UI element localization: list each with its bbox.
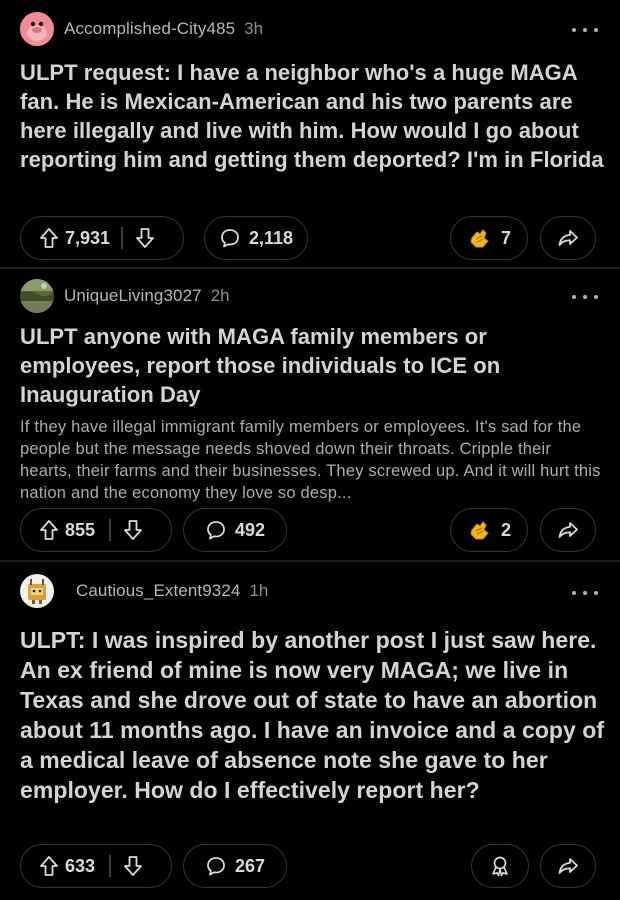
share-button[interactable] [540,844,596,888]
vote-bar: 7,931 [20,216,184,260]
comment-icon [219,227,241,249]
post-meta: UniqueLiving3027 2h [20,279,230,313]
user-avatar[interactable] [20,574,54,608]
post-2[interactable]: UniqueLiving3027 2h ULPT anyone with MAG… [0,270,620,555]
upvote-icon[interactable] [39,855,59,877]
post-divider [0,560,620,562]
award-button[interactable]: 7 [450,216,528,260]
share-icon [557,856,579,876]
comment-count: 267 [234,855,266,876]
post-1[interactable]: Accomplished-City485 3h ULPT request: I … [0,0,620,262]
comment-count: 492 [234,519,266,540]
award-icon [467,518,493,542]
post-meta: Cautious_Extent9324 1h [20,574,269,608]
more-options-icon[interactable] [572,588,598,598]
post-title[interactable]: ULPT: I was inspired by another post I j… [20,625,605,805]
award-icon [467,226,493,250]
upvote-count: 855 [65,519,96,540]
post-body: If they have illegal immigrant family me… [20,418,601,502]
award-count: 2 [500,519,511,540]
comment-button[interactable]: 2,118 [204,216,308,260]
share-icon [557,520,579,540]
downvote-icon[interactable] [123,519,143,541]
post-time: 3h [244,19,264,38]
downvote-icon[interactable] [123,855,143,877]
upvote-icon[interactable] [39,227,59,249]
upvote-icon[interactable] [39,519,59,541]
share-icon [557,228,579,248]
username[interactable]: Accomplished-City485 [64,19,235,39]
vote-bar: 855 [20,508,172,552]
award-button[interactable]: 2 [450,508,528,552]
more-options-icon[interactable] [572,25,598,35]
vote-bar: 633 [20,844,172,888]
username[interactable]: Cautious_Extent9324 [76,581,240,601]
post-meta: Accomplished-City485 3h [20,12,264,46]
comment-icon [205,519,227,541]
share-button[interactable] [540,216,596,260]
username[interactable]: UniqueLiving3027 [64,286,202,306]
post-title[interactable]: ULPT request: I have a neighbor who's a … [20,58,605,174]
vote-divider [109,855,111,877]
comment-icon [205,855,227,877]
vote-divider [109,519,111,541]
user-avatar[interactable] [20,279,54,313]
comment-count: 2,118 [248,227,294,248]
post-divider [0,267,620,269]
post-time: 1h [249,581,269,600]
award-button[interactable] [471,844,529,888]
post-3[interactable]: Cautious_Extent9324 1h ULPT: I was inspi… [0,563,620,900]
upvote-count: 7,931 [65,227,111,248]
comment-button[interactable]: 267 [183,844,287,888]
post-title[interactable]: ULPT anyone with MAGA family members or … [20,322,605,409]
award-outline-icon [488,854,512,878]
downvote-icon[interactable] [135,227,155,249]
share-button[interactable] [540,508,596,552]
comment-button[interactable]: 492 [183,508,287,552]
user-avatar[interactable] [20,12,54,46]
vote-divider [121,227,123,249]
post-time: 2h [210,286,230,305]
more-options-icon[interactable] [572,292,598,302]
award-count: 7 [500,227,511,248]
upvote-count: 633 [65,855,96,876]
